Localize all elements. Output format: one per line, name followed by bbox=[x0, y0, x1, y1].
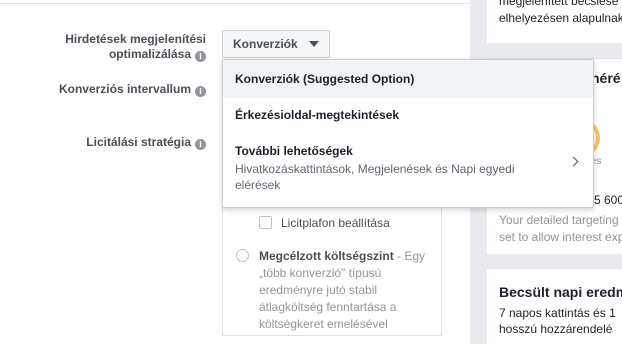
chevron-right-icon bbox=[568, 156, 579, 167]
targeting-note-line1: Your detailed targeting bbox=[499, 213, 619, 227]
caret-down-icon bbox=[309, 41, 319, 47]
daily-results-line1: 7 napos kattintás és 1 bbox=[499, 306, 616, 320]
menu-item-label: Konverziók (Suggested Option) bbox=[235, 72, 415, 86]
divider bbox=[0, 3, 470, 4]
menu-item-landing-page-views[interactable]: Érkezésioldal-megtekintések bbox=[223, 98, 593, 132]
optimization-label-line2-wrap: optimalizálása i bbox=[40, 47, 206, 62]
menu-item-more-options[interactable]: További lehetőségek Hivatkozáskattintáso… bbox=[223, 138, 593, 206]
bid-strategy-label-text: Licitálási stratégia bbox=[86, 135, 191, 149]
estimate-text-line2: elhelyezésen alapulnak bbox=[499, 11, 622, 25]
conversion-window-label: Konverziós intervallum i bbox=[30, 82, 206, 97]
audience-card-title: néré bbox=[591, 70, 621, 86]
conversion-window-label-text: Konverziós intervallum bbox=[58, 82, 191, 96]
estimate-card-top: megjelenített becslése elhelyezésen alap… bbox=[487, 0, 622, 43]
target-cost-title: Megcélzott költségszint bbox=[259, 249, 394, 263]
optimization-dropdown-button[interactable]: Konverziók bbox=[222, 30, 330, 58]
optimization-label: Hirdetések megjelenítési optimalizálása i bbox=[40, 32, 206, 62]
bid-strategy-label: Licitálási stratégia i bbox=[30, 135, 206, 150]
daily-results-line2: hosszú hozzárendelé bbox=[499, 322, 613, 336]
daily-results-card: Becsült napi eredm 7 napos kattintás és … bbox=[487, 268, 622, 344]
menu-item-description: Hivatkozáskattintások, Megjelenések és N… bbox=[235, 162, 515, 192]
menu-item-label: További lehetőségek bbox=[235, 144, 353, 158]
estimate-text-line1: megjelenített becslése bbox=[499, 0, 619, 8]
info-icon[interactable]: i bbox=[195, 51, 206, 62]
optimization-dropdown-value: Konverziók bbox=[233, 37, 298, 51]
optimization-dropdown-menu: Konverziók (Suggested Option) Érkezésiol… bbox=[222, 59, 594, 208]
info-icon[interactable]: i bbox=[195, 86, 206, 97]
bid-strategy-box: Licitplafon beállítása Megcélzott költsé… bbox=[222, 196, 442, 336]
bid-cap-checkbox-label[interactable]: Licitplafon beállítása bbox=[281, 216, 390, 230]
optimization-label-line1: Hirdetések megjelenítési bbox=[65, 32, 206, 46]
target-cost-radio[interactable] bbox=[236, 249, 249, 262]
targeting-note-line2: set to allow interest exp bbox=[499, 230, 622, 244]
menu-item-label: Érkezésioldal-megtekintések bbox=[235, 108, 400, 122]
bid-cap-checkbox[interactable] bbox=[259, 216, 272, 229]
menu-item-conversions[interactable]: Konverziók (Suggested Option) bbox=[223, 60, 593, 98]
audience-size-number: 5 600 bbox=[594, 193, 622, 207]
info-icon[interactable]: i bbox=[195, 139, 206, 150]
daily-results-title: Becsült napi eredm bbox=[499, 284, 622, 300]
target-cost-option[interactable]: Megcélzott költségszint - Egy „több konv… bbox=[259, 248, 435, 333]
optimization-label-line2: optimalizálása bbox=[108, 47, 191, 61]
